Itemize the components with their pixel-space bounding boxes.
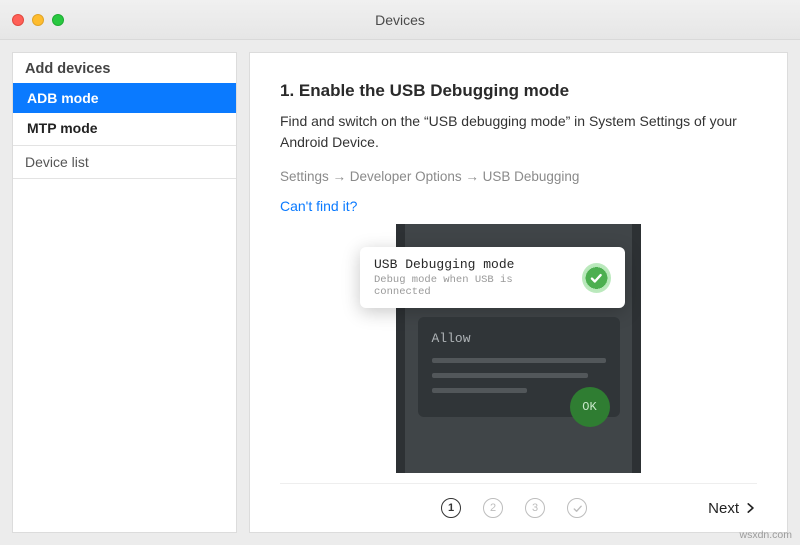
step-2[interactable]: 2 bbox=[483, 498, 503, 518]
help-link[interactable]: Can't find it? bbox=[280, 198, 757, 214]
sidebar-item-adb-mode[interactable]: ADB mode bbox=[13, 83, 236, 113]
text-line bbox=[432, 388, 528, 393]
illustration: USB Debugging mode Debug mode when USB i… bbox=[280, 224, 757, 473]
text-line bbox=[432, 373, 589, 378]
step-3[interactable]: 3 bbox=[525, 498, 545, 518]
ok-button-graphic: OK bbox=[570, 387, 610, 427]
usb-debug-toast: USB Debugging mode Debug mode when USB i… bbox=[360, 247, 625, 308]
window-title: Devices bbox=[0, 12, 800, 28]
settings-path: Settings → Developer Options → USB Debug… bbox=[280, 169, 757, 184]
step-indicator: 1 2 3 bbox=[401, 498, 587, 518]
close-icon[interactable] bbox=[12, 14, 24, 26]
step-done[interactable] bbox=[567, 498, 587, 518]
maximize-icon[interactable] bbox=[52, 14, 64, 26]
phone-graphic: USB Debugging mode Debug mode when USB i… bbox=[396, 224, 641, 473]
window-controls bbox=[12, 14, 64, 26]
step-description: Find and switch on the “USB debugging mo… bbox=[280, 111, 757, 153]
sidebar: Add devices ADB mode MTP mode Device lis… bbox=[12, 52, 237, 533]
chevron-right-icon bbox=[743, 501, 757, 515]
sidebar-header: Add devices bbox=[13, 53, 236, 83]
titlebar: Devices bbox=[0, 0, 800, 40]
wizard-footer: 1 2 3 Next bbox=[280, 483, 757, 518]
toast-subtitle: Debug mode when USB is connected bbox=[374, 274, 570, 298]
step-1[interactable]: 1 bbox=[441, 498, 461, 518]
text-line bbox=[432, 358, 606, 363]
main-panel: 1. Enable the USB Debugging mode Find an… bbox=[249, 52, 788, 533]
dialog-label: Allow bbox=[432, 331, 606, 346]
next-label: Next bbox=[708, 500, 739, 517]
sidebar-item-mtp-mode[interactable]: MTP mode bbox=[13, 113, 236, 143]
sidebar-section-device-list[interactable]: Device list bbox=[13, 146, 236, 179]
watermark: wsxdn.com bbox=[739, 529, 792, 541]
minimize-icon[interactable] bbox=[32, 14, 44, 26]
toast-title: USB Debugging mode bbox=[374, 257, 570, 272]
allow-dialog: Allow OK bbox=[418, 317, 620, 417]
next-button[interactable]: Next bbox=[708, 500, 757, 517]
checkmark-icon bbox=[582, 263, 611, 293]
step-heading: 1. Enable the USB Debugging mode bbox=[280, 81, 757, 101]
